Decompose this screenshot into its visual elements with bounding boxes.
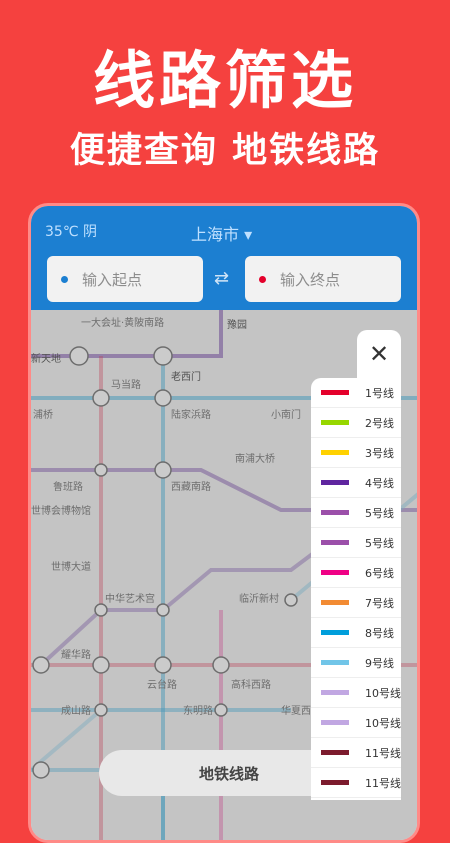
line-color-swatch (321, 720, 349, 725)
line-label: 5号线 (365, 536, 394, 550)
line-color-swatch (321, 450, 349, 455)
weather-text: 35℃ 阴 (45, 224, 97, 240)
line-color-swatch (321, 600, 349, 605)
line-label: 11号线 (365, 776, 401, 790)
swap-icon[interactable]: ⇄ (214, 268, 229, 289)
line-color-swatch (321, 420, 349, 425)
line-item[interactable]: 8号线 (311, 618, 401, 648)
line-label: 8号线 (365, 626, 394, 640)
line-color-swatch (321, 540, 349, 545)
line-color-swatch (321, 510, 349, 515)
start-placeholder: 输入起点 (82, 270, 143, 289)
line-label: 2号线 (365, 416, 394, 430)
line-filter-panel: 1号线 2号线 3号线 4号线 5号线 5号线 6号线 7号线 8号线 9号线 … (311, 378, 401, 800)
line-item[interactable]: 11号线 (311, 768, 401, 798)
line-color-swatch (321, 690, 349, 695)
promo-subtitle: 便捷查询 地铁线路 (69, 131, 381, 171)
line-label: 6号线 (365, 566, 394, 580)
line-item[interactable]: 7号线 (311, 588, 401, 618)
line-item[interactable]: 3号线 (311, 438, 401, 468)
line-label: 10号线 (365, 686, 401, 700)
end-dot-icon (259, 275, 266, 283)
promo-title: 线路筛选 (92, 44, 357, 117)
line-item[interactable]: 5号线 (311, 498, 401, 528)
start-dot-icon (61, 275, 68, 283)
line-color-swatch (321, 570, 349, 575)
chevron-down-icon: ▾ (244, 225, 253, 244)
start-input[interactable]: 输入起点 (47, 256, 203, 302)
line-item[interactable]: 4号线 (311, 468, 401, 498)
line-color-swatch (321, 750, 349, 755)
line-color-swatch (321, 480, 349, 485)
line-color-swatch (321, 780, 349, 785)
line-item[interactable]: 10号线 (311, 678, 401, 708)
line-item[interactable]: 1号线 (311, 378, 401, 408)
line-item[interactable]: 10号线 (311, 708, 401, 738)
city-selector[interactable]: 上海市 ▾ (191, 221, 252, 245)
line-item[interactable]: 6号线 (311, 558, 401, 588)
line-color-swatch (321, 390, 349, 395)
line-color-swatch (321, 660, 349, 665)
line-label: 1号线 (365, 386, 394, 400)
line-label: 3号线 (365, 446, 394, 460)
header-bar: 35℃ 阴 上海市 ▾ 输入起点 ⇄ 输入终点 (31, 206, 417, 310)
line-label: 5号线 (365, 506, 394, 520)
close-icon: ✕ (368, 340, 390, 368)
line-label: 4号线 (365, 476, 394, 490)
line-label: 11号线 (365, 746, 401, 760)
city-label: 上海市 (191, 225, 240, 244)
line-item[interactable]: 9号线 (311, 648, 401, 678)
line-color-swatch (321, 630, 349, 635)
end-placeholder: 输入终点 (280, 270, 341, 289)
close-button[interactable]: ✕ (357, 330, 401, 378)
line-item[interactable]: 5号线 (311, 528, 401, 558)
line-item[interactable]: 2号线 (311, 408, 401, 438)
line-label: 7号线 (365, 596, 394, 610)
line-label: 9号线 (365, 656, 394, 670)
line-item[interactable]: 11号线 (311, 738, 401, 768)
end-input[interactable]: 输入终点 (245, 256, 401, 302)
line-label: 10号线 (365, 716, 401, 730)
